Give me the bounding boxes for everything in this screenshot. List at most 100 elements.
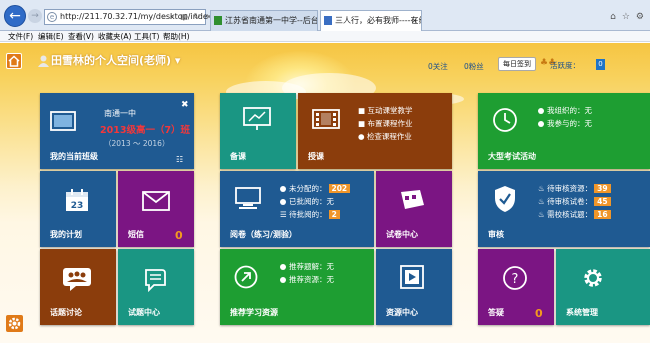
tile-question-center[interactable]: 试题中心 [118, 249, 194, 325]
qa-count: 0 [535, 307, 543, 320]
grading-reviewed[interactable]: 已批阅的：无 [280, 196, 334, 207]
menu-view[interactable]: 查看(V) [68, 31, 94, 42]
class-icon [50, 111, 76, 131]
tile-label: 短信 [128, 230, 144, 239]
exam-organized[interactable]: 我组织的：无 [538, 105, 592, 116]
tile-exam-activity[interactable]: 我组织的：无 我参与的：无 大型考试活动 [478, 93, 650, 169]
gear-icon [584, 269, 602, 287]
browser-chrome: ← → e http://211.70.32.71/my/desktop/ind… [0, 0, 650, 31]
space-title-dropdown[interactable]: 田雪林的个人空间(老师) ▾ [51, 52, 180, 68]
favorites-icon[interactable]: ☆ [622, 12, 630, 22]
avatar [38, 55, 49, 67]
grading-pending[interactable]: ☰ 待批阅的： 2 [280, 209, 340, 220]
envelope-icon [142, 191, 170, 211]
question-bank-icon [145, 269, 166, 293]
whiteboard-icon [243, 107, 271, 130]
page-icon: e [47, 12, 57, 22]
tile-label: 大型考试活动 [488, 152, 536, 161]
page-content: 田雪林的个人空间(老师) ▾ 0关注 0粉丝 每日签到 ♣♣ 活跃度： 0 ✖ … [0, 43, 650, 343]
exam-joined[interactable]: 我参与的：无 [538, 118, 592, 129]
class-years: （2013 ～ 2016） [104, 139, 170, 148]
class-name: 2013级高一（7）班 [100, 125, 191, 136]
grading-unassigned[interactable]: 未分配的： 202 [280, 183, 351, 194]
recommend-answers[interactable]: 推荐题解：无 [280, 261, 334, 272]
audit-papers[interactable]: ♨ 待审核试卷： 45 [538, 196, 611, 207]
list-icon: ☰ [280, 210, 290, 219]
tile-audit[interactable]: ♨ 待审核资源： 39 ♨ 待审核试卷： 45 ♨ 需校核试题： 16 审核 [478, 171, 650, 247]
tile-my-plan[interactable]: 23 我的计划 [40, 171, 116, 247]
tile-label: 阅卷（练习/测验） [230, 230, 297, 239]
film-icon [312, 109, 340, 129]
fans-count[interactable]: 0粉丝 [464, 61, 484, 72]
tile-prepare[interactable]: 备课 [220, 93, 296, 169]
teach-interactive[interactable]: ■ 互动课堂教学 [358, 105, 412, 116]
tile-sms[interactable]: 短信 0 [118, 171, 194, 247]
tab-admin[interactable]: 江苏省南通第一中学--后台管理 [210, 10, 318, 31]
class-list-icon[interactable]: ☷ [176, 155, 183, 164]
tile-grading[interactable]: 未分配的： 202 已批阅的：无 ☰ 待批阅的： 2 阅卷（练习/测验） [220, 171, 374, 247]
compat-icon[interactable]: ▤ [178, 9, 190, 25]
sms-count: 0 [175, 229, 183, 242]
follow-count[interactable]: 0关注 [428, 61, 448, 72]
gear-icon[interactable]: ⚙ [636, 12, 644, 22]
tile-label: 授课 [308, 152, 324, 161]
tile-label: 推荐学习资源 [230, 308, 278, 317]
svg-text:?: ? [512, 272, 519, 287]
school-name: 南通一中 [104, 109, 136, 118]
activity-label: 活跃度： [550, 61, 580, 70]
menu-bar: 文件(F) 编辑(E) 查看(V) 收藏夹(A) 工具(T) 帮助(H) [0, 31, 650, 42]
bullet-icon: ● [358, 132, 367, 141]
audit-resources[interactable]: ♨ 待审核资源： 39 [538, 183, 611, 194]
video-icon [400, 265, 424, 289]
tab-favicon [324, 16, 332, 25]
monitor-icon [235, 187, 261, 209]
tile-label: 试卷中心 [386, 230, 418, 239]
clock-icon [493, 108, 517, 132]
tile-system-settings[interactable]: 系统管理 [556, 249, 650, 325]
tile-label: 我的计划 [50, 230, 82, 239]
tile-label: 试题中心 [128, 308, 160, 317]
tile-topic-discussion[interactable]: 话题讨论 [40, 249, 116, 325]
home-button[interactable] [6, 53, 22, 69]
tile-label: 资源中心 [386, 308, 418, 317]
tab-current[interactable]: 三人行，必有我师----在线... × [320, 10, 422, 31]
home-icon[interactable]: ⌂ [610, 12, 616, 22]
close-tab-icon[interactable]: × [411, 11, 418, 30]
tile-label: 审核 [488, 230, 504, 239]
menu-help[interactable]: 帮助(H) [163, 31, 190, 42]
shield-check-icon [495, 186, 515, 212]
tile-paper-center[interactable]: 试卷中心 [376, 171, 452, 247]
menu-tools[interactable]: 工具(T) [134, 31, 159, 42]
arrow-circle-icon [234, 265, 258, 289]
tag-icon [401, 190, 424, 209]
tile-label: 答疑 [488, 308, 504, 317]
tile-label: 系统管理 [566, 308, 598, 317]
discussion-icon [63, 268, 91, 291]
teach-check[interactable]: ● 检查课程作业 [358, 131, 412, 142]
browser-tools: ⌂ ☆ ⚙ [604, 12, 644, 22]
activity-value: 0 [596, 59, 605, 70]
tile-qa[interactable]: ? 答疑 0 [478, 249, 554, 325]
tile-recommend[interactable]: 推荐题解：无 推荐资源：无 推荐学习资源 [220, 249, 374, 325]
daily-signin-button[interactable]: 每日签到 [498, 57, 536, 71]
back-button[interactable]: ← [4, 5, 26, 27]
audit-questions[interactable]: ♨ 需校核试题： 16 [538, 209, 611, 220]
settings-button[interactable] [6, 315, 23, 332]
teach-assign[interactable]: ■ 布置课程作业 [358, 118, 412, 129]
menu-file[interactable]: 文件(F) [8, 31, 33, 42]
tile-teach[interactable]: ■ 互动课堂教学 ■ 布置课程作业 ● 检查课程作业 授课 [298, 93, 452, 169]
refresh-icon[interactable]: ↻ [191, 9, 203, 25]
tile-current-class[interactable]: ✖ 南通一中 2013级高一（7）班 （2013 ～ 2016） 我的当前班级 … [40, 93, 194, 169]
svg-text:23: 23 [71, 201, 84, 211]
forward-button[interactable]: → [28, 9, 42, 23]
tile-label: 话题讨论 [50, 308, 82, 317]
recommend-resources[interactable]: 推荐资源：无 [280, 274, 334, 285]
menu-favorites[interactable]: 收藏夹(A) [98, 31, 131, 42]
shuffle-icon[interactable]: ✖ [181, 100, 189, 110]
menu-edit[interactable]: 编辑(E) [38, 31, 64, 42]
calendar-icon: 23 [66, 189, 88, 211]
tab-favicon [214, 16, 222, 25]
tile-resource-center[interactable]: 资源中心 [376, 249, 452, 325]
tile-label: 备课 [230, 152, 246, 161]
search-icon[interactable]: ⌕ [166, 9, 178, 25]
